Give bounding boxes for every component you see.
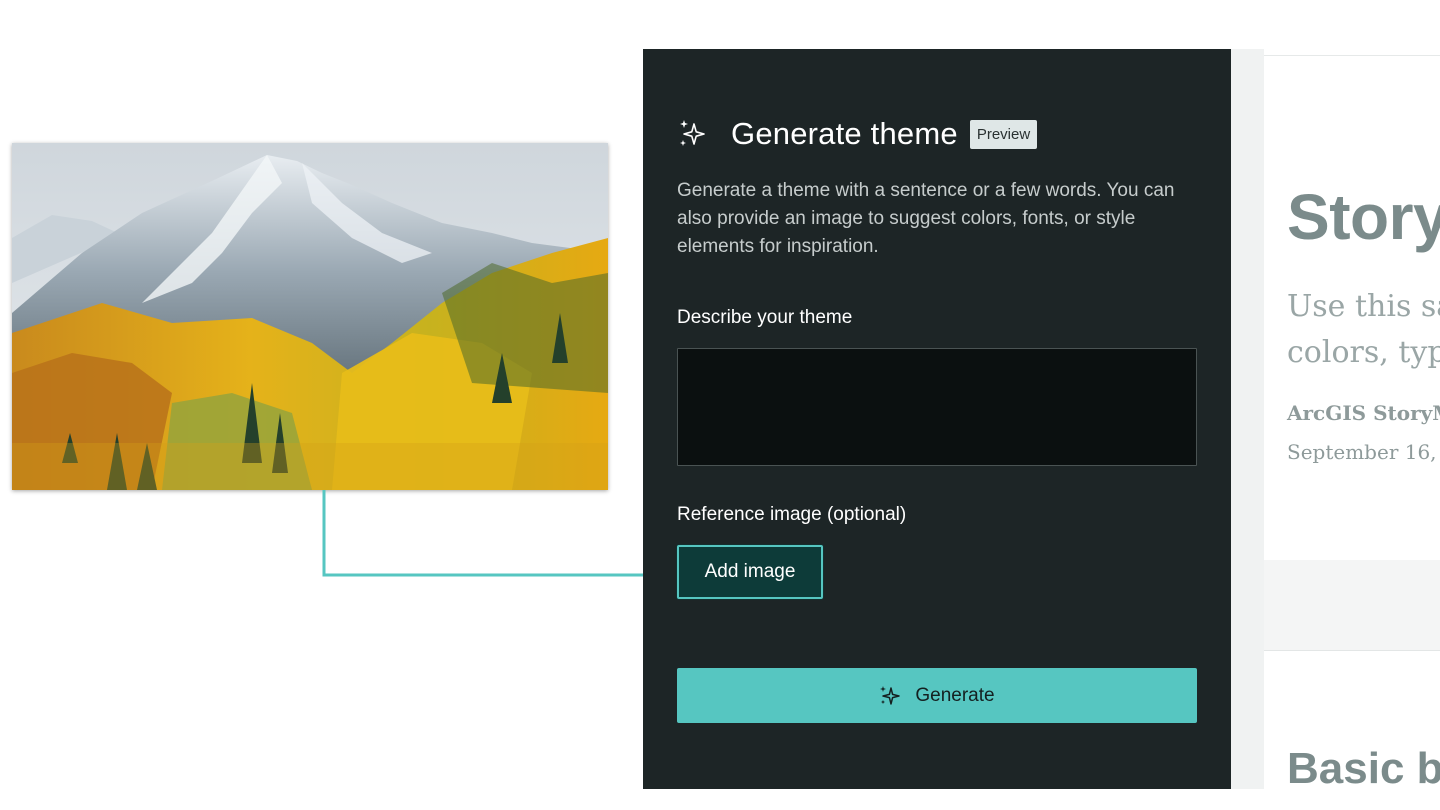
sparkle-icon bbox=[880, 685, 901, 705]
story-subtitle-line: Use this sa bbox=[1287, 289, 1440, 324]
story-section-heading: Basic b bbox=[1287, 744, 1440, 790]
panel-gutter bbox=[1231, 49, 1264, 789]
reference-image-label: Reference image (optional) bbox=[677, 504, 907, 525]
story-title: Story bbox=[1287, 181, 1440, 253]
story-date: September 16, bbox=[1287, 440, 1437, 464]
reference-photo bbox=[12, 143, 608, 490]
generate-button-label: Generate bbox=[915, 684, 995, 706]
preview-badge: Preview bbox=[969, 119, 1038, 149]
mountain-landscape-image bbox=[12, 143, 608, 490]
add-image-button[interactable]: Add image bbox=[677, 545, 823, 599]
theme-description-input[interactable] bbox=[677, 348, 1197, 466]
story-band bbox=[1264, 560, 1440, 651]
generate-theme-panel: Generate theme Preview Generate a theme … bbox=[643, 49, 1231, 789]
panel-description: Generate a theme with a sentence or a fe… bbox=[677, 180, 1175, 257]
story-preview: Story Use this sa colors, typ ArcGIS Sto… bbox=[1264, 55, 1440, 790]
panel-title: Generate theme bbox=[731, 116, 958, 151]
story-subtitle: Use this sa colors, typ bbox=[1287, 284, 1440, 376]
panel-header: Generate theme Preview bbox=[677, 113, 1038, 155]
story-subtitle-line: colors, typ bbox=[1287, 335, 1440, 370]
sparkle-icon bbox=[680, 120, 705, 146]
generate-button[interactable]: Generate bbox=[677, 668, 1197, 723]
story-author: ArcGIS StoryM bbox=[1287, 401, 1440, 425]
describe-theme-label: Describe your theme bbox=[677, 307, 853, 328]
